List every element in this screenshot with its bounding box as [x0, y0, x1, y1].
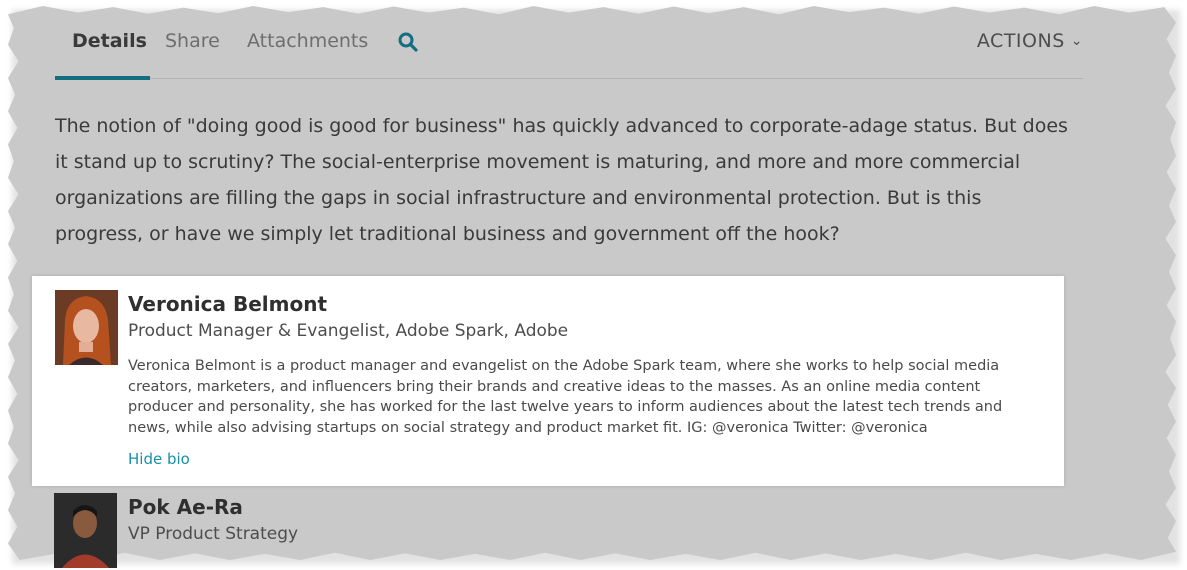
- tab-details[interactable]: Details: [72, 30, 147, 52]
- actions-label: ACTIONS: [976, 30, 1065, 52]
- avatar: [54, 493, 117, 568]
- tab-bar: Details Share Attachments ACTIONS ⌄: [55, 18, 1083, 80]
- search-icon[interactable]: [397, 31, 419, 53]
- tab-share[interactable]: Share: [165, 30, 220, 52]
- speaker-bio: Veronica Belmont is a product manager an…: [128, 358, 1003, 436]
- actions-menu[interactable]: ACTIONS ⌄: [977, 30, 1083, 52]
- avatar: [55, 290, 118, 365]
- speaker-title: Product Manager & Evangelist, Adobe Spar…: [128, 321, 569, 341]
- speaker-name: Pok Ae-Ra: [128, 495, 243, 519]
- speaker-title: VP Product Strategy: [128, 524, 299, 544]
- session-description: The notion of "doing good is good for bu…: [55, 115, 1068, 245]
- chevron-down-icon: ⌄: [1070, 33, 1083, 49]
- tab-attachments[interactable]: Attachments: [247, 30, 368, 52]
- hide-bio-link[interactable]: Hide bio: [128, 450, 190, 468]
- speaker-card: Veronica Belmont Product Manager & Evang…: [32, 276, 1064, 486]
- active-tab-indicator: [55, 76, 150, 80]
- speaker-name: Veronica Belmont: [128, 292, 328, 316]
